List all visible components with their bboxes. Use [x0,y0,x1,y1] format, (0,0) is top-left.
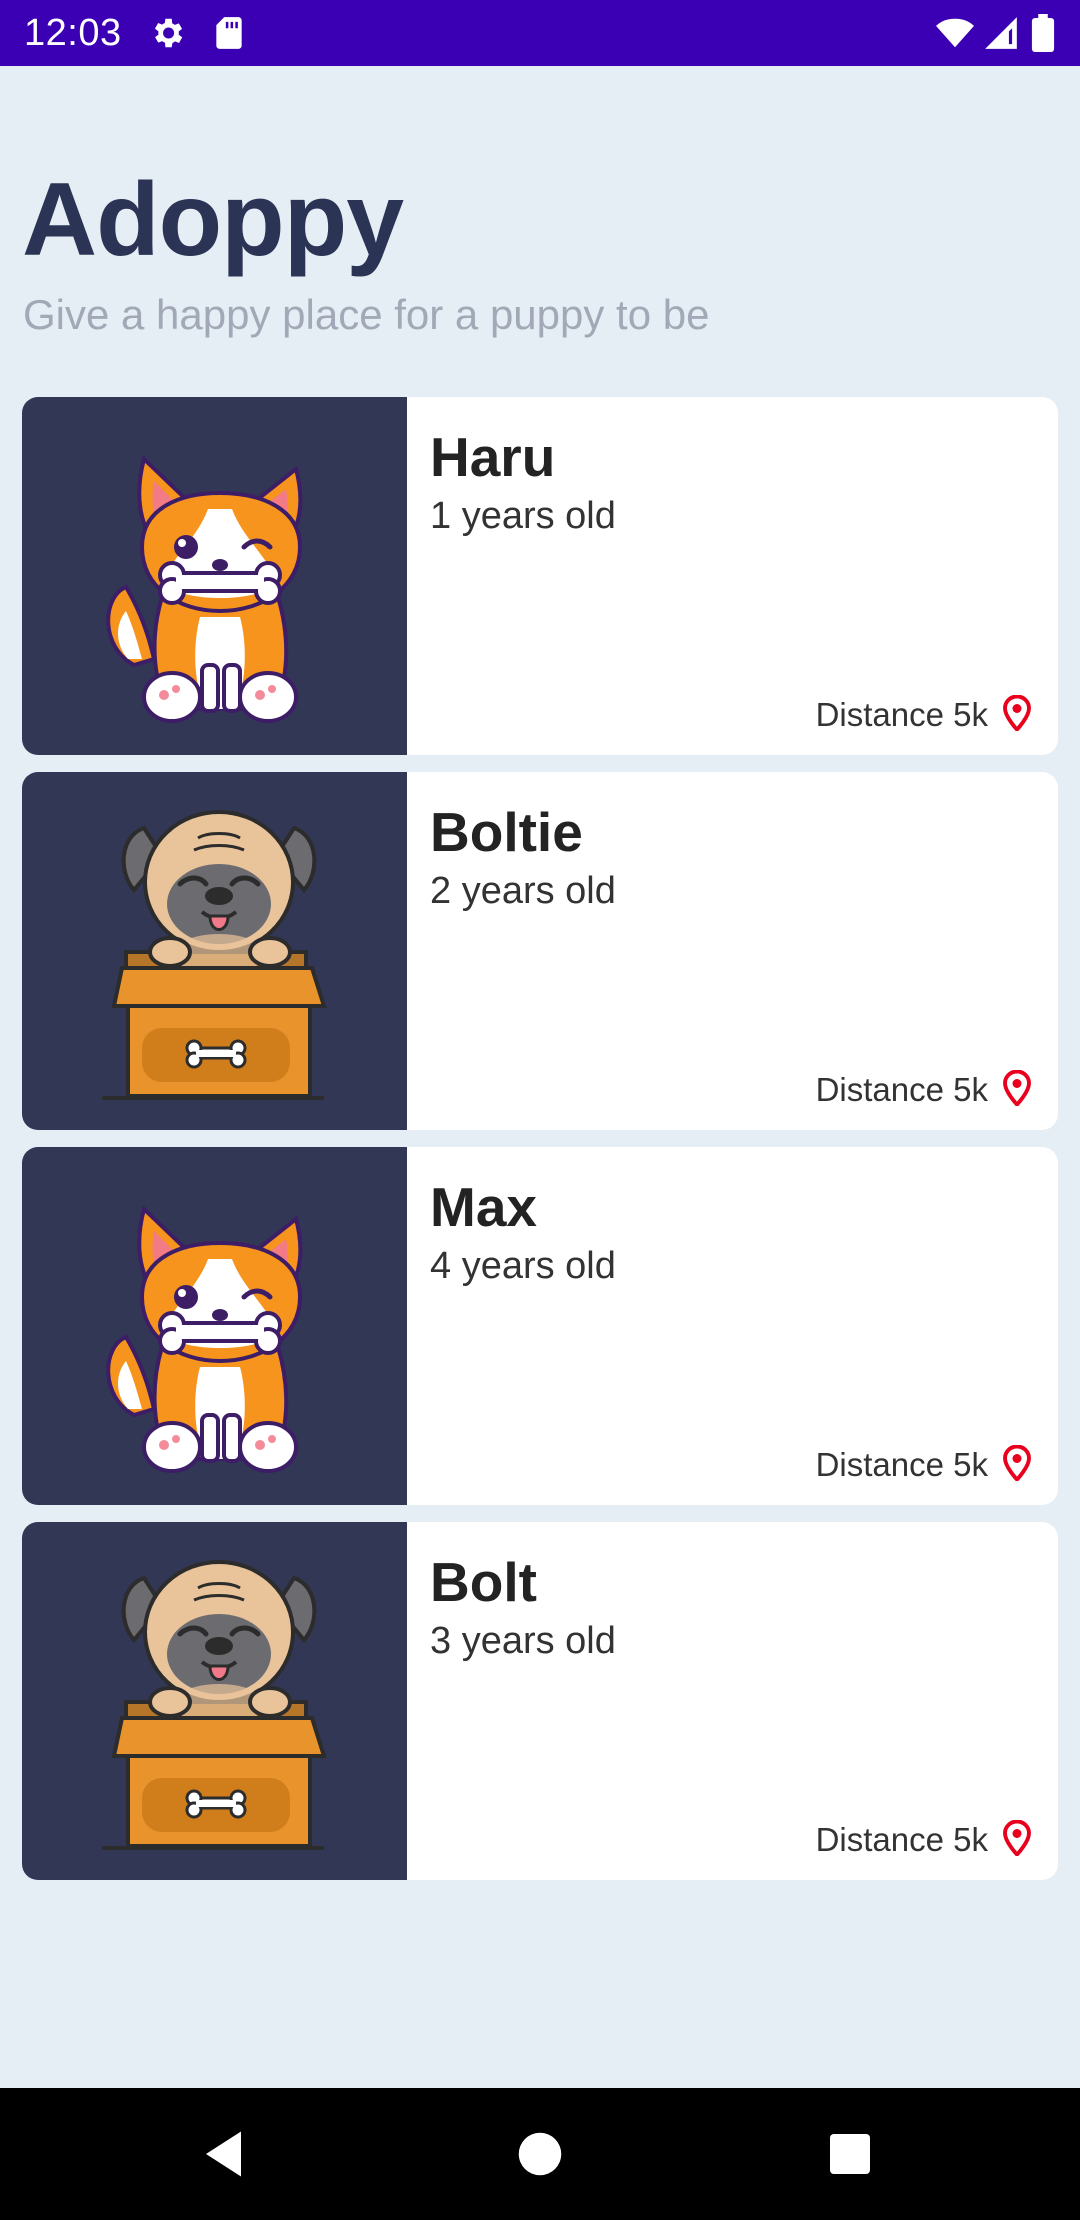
pet-name: Max [430,1176,537,1238]
pet-card[interactable]: Boltie 2 years old Distance 5k [22,772,1058,1130]
pug-illustration [22,772,407,1130]
navigation-bar [0,2088,1080,2220]
back-icon[interactable] [196,2124,256,2184]
pet-age: 2 years old [430,870,616,912]
pet-distance: Distance 5k [815,696,988,733]
pet-distance: Distance 5k [815,1821,988,1858]
location-pin-icon [1002,695,1032,731]
status-time: 12:03 [24,12,122,54]
wifi-icon [934,14,976,52]
recents-icon[interactable] [820,2124,880,2184]
home-icon[interactable] [510,2124,570,2184]
cellular-signal-icon [982,14,1020,52]
location-pin-icon [1002,1820,1032,1856]
corgi-illustration [22,397,407,755]
status-bar: 12:03 [0,0,1080,66]
location-pin-icon [1002,1445,1032,1481]
gear-icon [148,14,186,52]
pet-card[interactable]: Max 4 years old Distance 5k [22,1147,1058,1505]
app-title: Adoppy [22,162,404,278]
app-subtitle: Give a happy place for a puppy to be [23,291,710,338]
location-pin-icon [1002,1070,1032,1106]
sd-card-icon [210,14,248,52]
pet-name: Boltie [430,801,583,863]
pug-illustration [22,1522,407,1880]
pet-name: Haru [430,426,556,488]
corgi-illustration [22,1147,407,1505]
pet-card[interactable]: Bolt 3 years old Distance 5k [22,1522,1058,1880]
pet-age: 1 years old [430,495,616,537]
battery-icon [1030,14,1056,52]
pet-card[interactable]: Haru 1 years old Distance 5k [22,397,1058,755]
pet-distance: Distance 5k [815,1446,988,1483]
pet-name: Bolt [430,1551,537,1613]
pet-age: 3 years old [430,1620,616,1662]
pet-age: 4 years old [430,1245,616,1287]
pet-distance: Distance 5k [815,1071,988,1108]
